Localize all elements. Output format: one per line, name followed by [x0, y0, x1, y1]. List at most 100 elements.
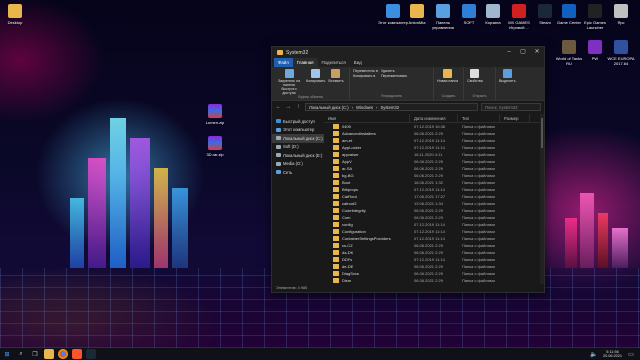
- explorer-window[interactable]: System32 – ▢ ✕ Файл Главная Поделиться В…: [271, 46, 545, 293]
- file-row[interactable]: de-DE 06.06.2021 2:29 Папка с файлами: [324, 263, 544, 270]
- file-row[interactable]: bg-BG 06.06.2021 2:29 Папка с файлами: [324, 172, 544, 179]
- column-name[interactable]: Имя: [324, 114, 410, 123]
- close-button[interactable]: ✕: [530, 47, 544, 58]
- nav-item-drive-g[interactable]: Media (G:): [272, 160, 324, 169]
- desktop-icon-desktop[interactable]: Desktop: [0, 4, 30, 25]
- column-headers: Имя Дата изменения Тип Размер: [324, 114, 544, 123]
- nav-item-quick-access[interactable]: Быстрый доступ: [272, 117, 324, 126]
- file-name: da-DK: [342, 250, 354, 255]
- breadcrumb-drive[interactable]: Локальный диск (C:): [309, 105, 349, 110]
- nav-item-this-pc[interactable]: Этот компьютер: [272, 126, 324, 135]
- vertical-scrollbar[interactable]: [540, 114, 544, 284]
- address-bar-row: ← → ↑ Локальный диск (C:) › Windows › Sy…: [272, 101, 544, 113]
- speaker-icon[interactable]: 🔈: [590, 349, 597, 359]
- nav-item-network[interactable]: Сеть: [272, 168, 324, 177]
- forward-button[interactable]: →: [285, 104, 292, 110]
- folder-icon: [333, 222, 339, 227]
- breadcrumb-windows[interactable]: Windows: [356, 105, 373, 110]
- column-date[interactable]: Дата изменения: [410, 114, 458, 123]
- pin-quick-access-button[interactable]: Закрепить на панели быстрого доступа: [275, 69, 303, 95]
- tab-file[interactable]: Файл: [274, 58, 293, 67]
- explorer-taskbar-icon[interactable]: [44, 349, 54, 359]
- file-row[interactable]: config 07.12.2019 11:14 Папка с файлами: [324, 221, 544, 228]
- task-view-icon[interactable]: ❐: [30, 349, 40, 359]
- nav-item-label: Быстрый доступ: [283, 118, 315, 124]
- desktop-icon-3d[interactable]: 3D.rar.zip: [200, 136, 230, 157]
- user-folder-icon: [410, 4, 424, 18]
- file-row[interactable]: AppV 06.06.2021 2:29 Папка с файлами: [324, 158, 544, 165]
- file-row[interactable]: CatRoot 17.06.2021 17:27 Папка с файлами: [324, 193, 544, 200]
- breadcrumb-system32[interactable]: System32: [380, 105, 399, 110]
- search-icon[interactable]: ⌕: [16, 349, 26, 359]
- desktop-icon-lumen[interactable]: Lumen.zip: [200, 104, 230, 125]
- clock[interactable]: 5:11:56 20.06.2021: [603, 350, 622, 359]
- start-button[interactable]: ⊞: [2, 349, 12, 359]
- file-row[interactable]: da-DK 06.06.2021 2:29 Папка с файлами: [324, 249, 544, 256]
- new-group-label: Создать: [441, 94, 456, 98]
- rename-button[interactable]: Переименовать: [381, 74, 407, 79]
- column-size[interactable]: Размер: [500, 114, 530, 123]
- column-type[interactable]: Тип: [458, 114, 500, 123]
- maximize-button[interactable]: ▢: [516, 47, 530, 58]
- search-input[interactable]: Поиск: System32: [481, 103, 541, 111]
- desktop-icon-wce[interactable]: WCE EUROPA 2017.64: [606, 40, 636, 66]
- scrollbar-thumb[interactable]: [541, 118, 543, 148]
- file-row[interactable]: cs-CZ 06.06.2021 2:29 Папка с файлами: [324, 242, 544, 249]
- file-row[interactable]: ContainerSettingsProviders 07.12.2019 11:…: [324, 235, 544, 242]
- file-name-cell: 0409: [324, 124, 410, 129]
- folder-icon: [333, 264, 339, 269]
- file-row[interactable]: Bthprops 07.12.2019 11:14 Папка с файлами: [324, 186, 544, 193]
- copy-to-button[interactable]: Копировать в: [353, 74, 378, 79]
- notifications-icon[interactable]: ▭: [628, 349, 634, 359]
- file-row[interactable]: AdvancedInstallers 06.06.2021 2:29 Папка с…: [324, 130, 544, 137]
- drive-icon: [276, 161, 281, 166]
- search-placeholder: Поиск: System32: [485, 104, 518, 110]
- file-row[interactable]: appraiser 18.11.2020 4:11 Папка с файлами: [324, 151, 544, 158]
- nav-item-drive-e[interactable]: Локальный диск (E:): [272, 151, 324, 160]
- folder-icon: [333, 124, 339, 129]
- file-row[interactable]: am-et 07.12.2019 11:14 Папка с файлами: [324, 137, 544, 144]
- file-type: Папка с файлами: [462, 208, 495, 213]
- properties-button[interactable]: Свойства: [467, 69, 483, 83]
- file-row[interactable]: ar-SA 06.06.2021 2:29 Папка с файлами: [324, 165, 544, 172]
- file-row[interactable]: Com 06.06.2021 2:29 Папка с файлами: [324, 214, 544, 221]
- minimize-button[interactable]: –: [502, 47, 516, 58]
- file-list[interactable]: Имя Дата изменения Тип Размер 0409 07.12.…: [324, 114, 544, 284]
- file-name: appraiser: [342, 152, 359, 157]
- tab-home[interactable]: Главная: [292, 58, 318, 67]
- file-row[interactable]: Dism 06.06.2021 2:29 Папка с файлами: [324, 277, 544, 284]
- select-button[interactable]: Выделить: [499, 69, 516, 83]
- file-row[interactable]: CodeIntegrity 06.06.2021 2:29 Папка с файл…: [324, 207, 544, 214]
- paste-button[interactable]: Вставить: [328, 69, 344, 83]
- file-date: 06.06.2021 2:29: [414, 131, 443, 136]
- steam-icon: [538, 4, 552, 18]
- brave-icon[interactable]: [72, 349, 82, 359]
- file-name: CodeIntegrity: [342, 208, 366, 213]
- chrome-icon[interactable]: [58, 349, 68, 359]
- file-row[interactable]: catroot2 13.06.2021 1:34 Папка с файлами: [324, 200, 544, 207]
- file-row[interactable]: DDFs 07.12.2019 11:14 Папка с файлами: [324, 256, 544, 263]
- nav-item-label: Этот компьютер: [283, 127, 315, 133]
- desktop-icon-app[interactable]: Ярс: [606, 4, 636, 25]
- folder-icon: [462, 4, 476, 18]
- up-button[interactable]: ↑: [295, 104, 302, 110]
- back-button[interactable]: ←: [275, 104, 282, 110]
- steam-taskbar-icon[interactable]: [86, 349, 96, 359]
- new-folder-button[interactable]: Новая папка: [437, 69, 458, 83]
- file-row[interactable]: 0409 07.12.2019 16:36 Папка с файлами: [324, 123, 544, 130]
- file-row[interactable]: DiagSvcs 06.06.2021 2:29 Папка с файлами: [324, 270, 544, 277]
- file-rows: 0409 07.12.2019 16:36 Папка с файлами Advan…: [324, 123, 544, 284]
- file-row[interactable]: AppLocker 07.12.2019 11:14 Папка с файлами: [324, 144, 544, 151]
- tab-view[interactable]: Вид: [350, 58, 366, 67]
- nav-item-drive-c[interactable]: Локальный диск (C:): [272, 134, 324, 143]
- copy-button[interactable]: Копировать: [306, 69, 325, 83]
- title-bar[interactable]: System32 – ▢ ✕: [272, 47, 544, 58]
- file-row[interactable]: Boot 18.06.2021 1:32 Папка с файлами: [324, 179, 544, 186]
- file-name: Com: [342, 215, 351, 220]
- paste-icon: [331, 69, 341, 78]
- nav-item-drive-d[interactable]: Soft (D:): [272, 143, 324, 152]
- tab-share[interactable]: Поделиться: [318, 58, 350, 67]
- file-row[interactable]: Configuration 07.12.2019 11:14 Папка с фай…: [324, 228, 544, 235]
- address-bar[interactable]: Локальный диск (C:) › Windows › System32: [305, 103, 478, 111]
- file-name-cell: appraiser: [324, 152, 410, 157]
